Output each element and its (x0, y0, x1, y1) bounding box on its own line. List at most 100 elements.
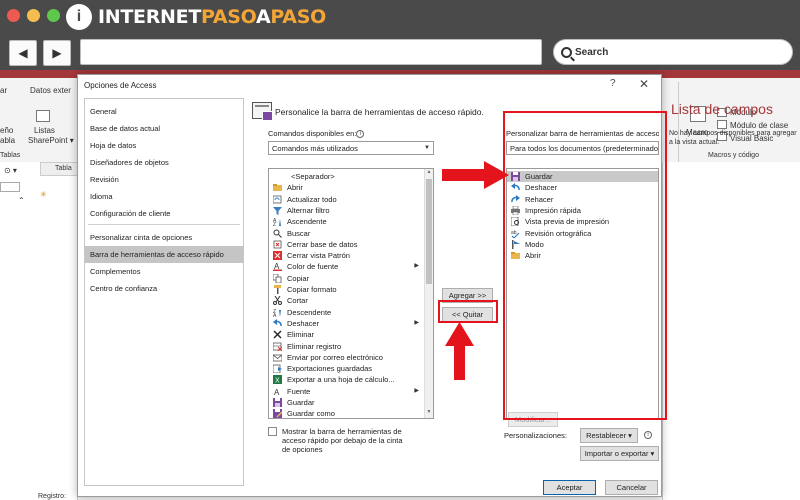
command-item[interactable]: X Exportar a una hoja de cálculo... (269, 374, 425, 385)
nav-item[interactable]: Base de datos actual (85, 120, 243, 137)
nav-item[interactable]: Configuración de cliente (85, 205, 243, 222)
record-nav-label: Registro: (38, 493, 67, 500)
logo-text: INTERNETPASOAPASO (98, 6, 326, 28)
command-item[interactable]: Buscar (269, 228, 425, 239)
command-item[interactable]: Cortar (269, 295, 425, 306)
qat-header-icon (252, 102, 273, 121)
command-item[interactable]: Guardar (269, 397, 425, 408)
scroll-up-icon[interactable]: ▲ (425, 169, 433, 177)
ribbon-label-lists[interactable]: Listas (34, 126, 55, 135)
command-label: Abrir (287, 183, 303, 193)
sharepoint-list-icon (36, 110, 50, 122)
undo-icon (273, 318, 282, 326)
command-item[interactable]: A Z Ascendente (269, 216, 425, 227)
command-item[interactable]: Copiar (269, 273, 425, 284)
ribbon-label-sharepoint[interactable]: SharePoint ▾ (28, 136, 74, 145)
command-item[interactable]: Cerrar base de datos (269, 239, 425, 250)
nav-item[interactable]: Hoja de datos (85, 137, 243, 154)
forward-button[interactable]: ▶ (43, 40, 71, 66)
folder-icon (273, 184, 282, 192)
zoom-window-button[interactable] (47, 9, 60, 22)
ribbon-label-design: eño (0, 126, 14, 135)
nav-item[interactable]: Revisión (85, 171, 243, 188)
reset-button[interactable]: Restablecer ▾ (580, 428, 638, 443)
command-item[interactable]: Eliminar registro (269, 341, 425, 352)
search-placeholder: Search (575, 46, 609, 58)
submenu-arrow-icon: ▶ (414, 387, 419, 394)
command-item[interactable]: <Separador> (269, 171, 425, 182)
delete-record-icon (273, 342, 282, 351)
save-as-icon (273, 409, 282, 418)
ribbon-group-macros: Macros y código (708, 152, 759, 159)
nav-pane-dropdown-icon[interactable]: ⊙ ▾ (4, 166, 17, 175)
command-label: Copiar (287, 273, 310, 283)
command-item[interactable]: Guardar como (269, 408, 425, 419)
email-icon (273, 354, 282, 362)
search-bar[interactable]: Search (553, 39, 793, 65)
nav-pane-search[interactable] (0, 182, 20, 192)
command-item[interactable]: Enviar por correo electrónico (269, 352, 425, 363)
back-button[interactable]: ◀ (9, 40, 37, 66)
ribbon-divider (678, 82, 679, 162)
nav-item[interactable]: Personalizar cinta de opciones (85, 229, 243, 246)
minimize-window-button[interactable] (27, 9, 40, 22)
command-label: Deshacer (287, 318, 320, 328)
ribbon-group-tables: Tablas (0, 152, 21, 159)
command-label: Cerrar vista Patrón (287, 251, 350, 261)
table-tab[interactable]: Tabla (40, 162, 78, 176)
nav-item[interactable]: General (85, 103, 243, 120)
nav-item[interactable]: Diseñadores de objetos (85, 154, 243, 171)
search-icon (561, 46, 572, 58)
sort-asc-icon: AZ (273, 218, 281, 227)
chevron-down-icon: ▼ (424, 145, 430, 151)
svg-text:A: A (273, 313, 277, 317)
field-list-message: No hay campos disponibles para agregar a… (669, 130, 797, 146)
command-label: Eliminar registro (287, 341, 342, 351)
qat-header: Personalice la barra de herramientas de … (275, 107, 484, 117)
command-label: Ascendente (287, 217, 327, 227)
browser-navbar: ◀ ▶ Search (0, 36, 800, 70)
show-below-ribbon-checkbox[interactable] (268, 427, 277, 436)
left-list-scrollbar[interactable]: ▲ ▼ (424, 169, 433, 418)
url-bar[interactable] (80, 39, 542, 65)
command-item[interactable]: Alternar filtro (269, 205, 425, 216)
nav-item[interactable]: Barra de herramientas de acceso rápido (85, 246, 243, 263)
commands-dropdown[interactable]: Comandos más utilizados ▼ (268, 141, 434, 155)
command-item[interactable]: Abrir (269, 182, 425, 193)
font-icon: A (274, 388, 280, 396)
command-item[interactable]: Actualizar todo (269, 194, 425, 205)
command-label: Cortar (287, 296, 308, 306)
command-label: Copiar formato (287, 285, 337, 294)
scroll-thumb[interactable] (426, 179, 432, 284)
logo-mark-icon: i (66, 4, 92, 30)
close-button[interactable]: ✕ (639, 77, 649, 91)
command-label: Descendente (287, 307, 332, 317)
browser-titlebar: i INTERNETPASOAPASO (0, 0, 800, 36)
command-label: Guardar (287, 398, 315, 407)
nav-item[interactable]: Centro de confianza (85, 280, 243, 297)
dialog-title: Opciones de Access (84, 81, 157, 90)
command-item[interactable]: Exportaciones guardadas (269, 363, 425, 374)
command-label: Guardar como (287, 409, 335, 419)
command-item[interactable]: Eliminar (269, 329, 425, 340)
available-commands-list[interactable]: ▲ ▼ <Separador> Abrir Actualizar todo Alter… (268, 168, 434, 419)
command-item[interactable]: Cerrar vista Patrón (269, 250, 425, 261)
nav-item[interactable]: Idioma (85, 188, 243, 205)
command-item[interactable]: Copiar formato (269, 284, 425, 295)
command-item[interactable]: A Color de fuente ▶ (269, 261, 425, 272)
nav-item[interactable]: Complementos (85, 263, 243, 280)
command-item[interactable]: Z A Descendente (269, 307, 425, 318)
scroll-down-icon[interactable]: ▼ (425, 409, 433, 417)
command-label: Actualizar todo (287, 194, 337, 204)
ribbon-tab-partial[interactable]: ar (0, 86, 7, 95)
nav-pane-collapse-icon[interactable]: ⌃ (18, 196, 25, 205)
cancel-button[interactable]: Cancelar (605, 480, 658, 495)
close-window-button[interactable] (7, 9, 20, 22)
command-item[interactable]: Deshacer ▶ (269, 318, 425, 329)
ok-button[interactable]: Aceptar (543, 480, 596, 495)
command-item[interactable]: A Fuente ▶ (269, 386, 425, 397)
help-button[interactable]: ? (610, 78, 616, 89)
submenu-arrow-icon: ▶ (414, 319, 419, 326)
ribbon-tab-external-data[interactable]: Datos exter (30, 86, 71, 95)
import-export-button[interactable]: Importar o exportar ▾ (580, 446, 659, 461)
